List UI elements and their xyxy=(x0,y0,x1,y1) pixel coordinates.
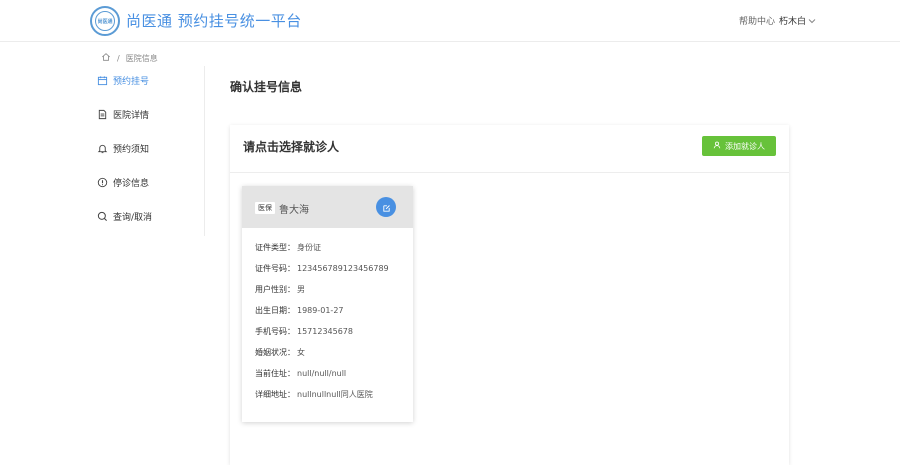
search-icon xyxy=(97,211,108,222)
edit-patient-button[interactable] xyxy=(376,197,396,217)
info-label: 证件类型： xyxy=(255,243,295,252)
info-row-phone: 手机号码： 15712345678 xyxy=(255,326,353,338)
info-row-marital-status: 婚姻状况：女 xyxy=(255,347,305,359)
sidebar-item-query-cancel[interactable]: 查询/取消 xyxy=(97,206,152,226)
patient-card-header: 医保 鲁大海 xyxy=(242,186,413,228)
info-label: 详细地址： xyxy=(255,390,295,399)
info-label: 证件号码： xyxy=(255,264,295,273)
sidebar-item-label: 医院详情 xyxy=(113,110,150,121)
info-value: 123456789123456789 xyxy=(297,264,389,273)
sidebar-item-hospital-detail[interactable]: 医院详情 xyxy=(97,104,149,124)
patient-name: 鲁大海 xyxy=(279,205,309,216)
info-circle-icon xyxy=(97,177,108,188)
info-value: 身份证 xyxy=(297,243,321,252)
site-title[interactable]: 尚医通 预约挂号统一平台 xyxy=(126,10,302,31)
info-label: 用户性别： xyxy=(255,285,295,294)
info-label: 婚姻状况： xyxy=(255,348,295,357)
info-row-gender: 用户性别：男 xyxy=(255,284,305,296)
chevron-down-icon xyxy=(808,17,816,26)
top-header: 尚医通 尚医通 预约挂号统一平台 帮助中心 朽木白 xyxy=(0,0,900,42)
info-value: 1989-01-27 xyxy=(297,306,344,315)
breadcrumb-current: 医院信息 xyxy=(125,53,158,63)
sidebar-item-label: 查询/取消 xyxy=(113,212,153,223)
info-row-id-type: 证件类型： 身份证 xyxy=(255,242,321,254)
add-patient-button[interactable]: 添加就诊人 xyxy=(702,136,776,156)
info-row-id-number: 证件号码： 123456789123456789 xyxy=(255,263,389,275)
user-name: 朽木白 xyxy=(779,17,807,27)
info-value: 女 xyxy=(297,348,305,357)
info-value: nullnullnull同人医院 xyxy=(297,390,373,399)
breadcrumb-separator: / xyxy=(117,53,120,63)
bell-icon xyxy=(97,143,108,154)
info-row-current-address: 当前住址： null/null/null xyxy=(255,368,346,380)
info-row-birthdate: 出生日期： 1989-01-27 xyxy=(255,305,344,317)
user-menu[interactable]: 朽木白 xyxy=(779,14,816,27)
info-value: 15712345678 xyxy=(297,327,353,336)
patient-card[interactable]: 医保 鲁大海 证件类型： 身份证 证件号码： 123456789123456789 … xyxy=(242,186,413,422)
home-icon[interactable] xyxy=(101,52,111,64)
help-center-link[interactable]: 帮助中心 xyxy=(739,14,775,27)
edit-icon xyxy=(382,198,391,217)
user-icon xyxy=(713,141,721,151)
sidebar-item-label: 预约挂号 xyxy=(113,76,150,87)
sidebar-item-notice[interactable]: 预约须知 xyxy=(97,138,149,158)
page-title: 确认挂号信息 xyxy=(230,80,303,94)
document-icon xyxy=(97,109,108,120)
insurance-badge: 医保 xyxy=(255,202,275,214)
logo-text: 尚医通 xyxy=(95,11,115,31)
info-label: 手机号码： xyxy=(255,327,295,336)
add-patient-label: 添加就诊人 xyxy=(725,141,765,151)
sidebar-item-label: 停诊信息 xyxy=(113,178,150,189)
info-label: 当前住址： xyxy=(255,369,295,378)
panel-title: 请点击选择就诊人 xyxy=(243,140,340,154)
info-row-detail-address: 详细地址： nullnullnull同人医院 xyxy=(255,389,373,401)
sidebar-item-label: 预约须知 xyxy=(113,144,150,155)
breadcrumb: / 医院信息 xyxy=(101,52,158,64)
sidebar-divider xyxy=(204,66,205,236)
calendar-icon xyxy=(97,75,108,86)
info-value: 男 xyxy=(297,285,305,294)
info-value: null/null/null xyxy=(297,369,347,378)
logo-icon[interactable]: 尚医通 xyxy=(90,6,120,36)
sidebar-item-appointment[interactable]: 预约挂号 xyxy=(97,70,149,90)
patient-select-panel: 请点击选择就诊人 添加就诊人 医保 鲁大海 证件类型： 身份证 证件号码： 1234… xyxy=(230,125,789,465)
panel-divider xyxy=(230,172,789,173)
info-label: 出生日期： xyxy=(255,306,295,315)
sidebar-item-suspension-info[interactable]: 停诊信息 xyxy=(97,172,149,192)
